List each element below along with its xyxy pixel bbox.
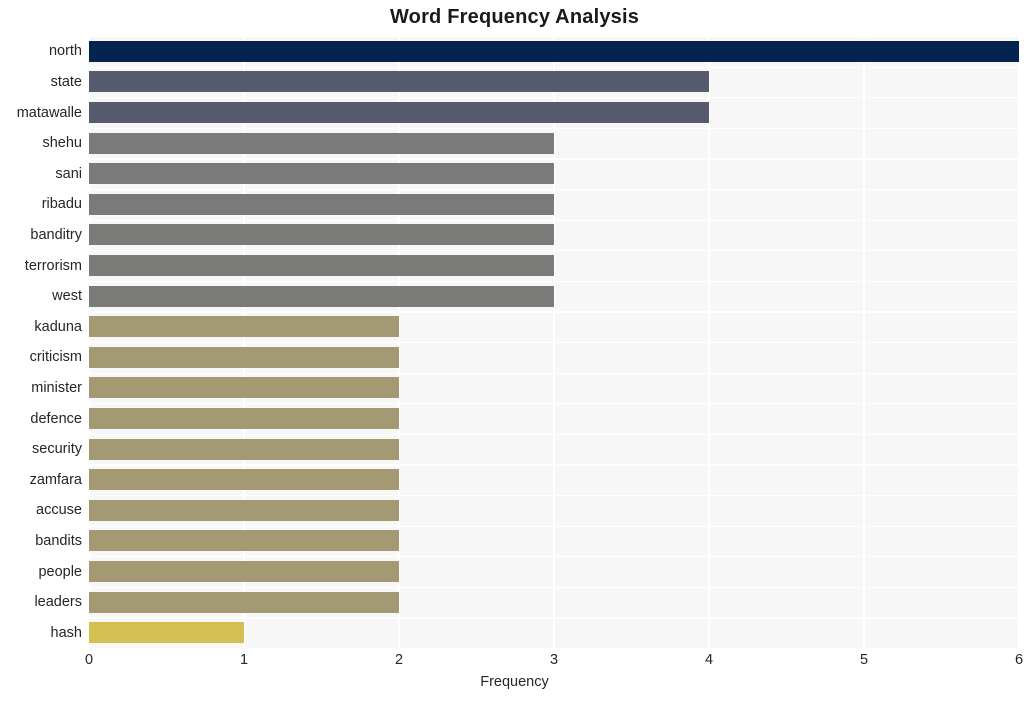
bar-leaders <box>89 591 399 613</box>
bar-banditry <box>89 224 554 246</box>
y-tick-label-terrorism: terrorism <box>24 257 82 274</box>
row-separator <box>89 586 1019 588</box>
y-tick-label-state: state <box>50 73 82 90</box>
bar-kaduna <box>89 316 399 338</box>
bar-matawalle <box>89 102 709 123</box>
chart-title: Word Frequency Analysis <box>389 6 640 28</box>
bar-zamfara <box>89 469 399 491</box>
x-tick-label-3: 3 <box>549 652 559 668</box>
row-separator <box>89 219 1019 221</box>
x-tick-label-6: 6 <box>1014 652 1024 668</box>
row-separator <box>89 127 1019 129</box>
bar-state <box>89 71 709 93</box>
row-separator <box>89 342 1019 344</box>
row-separator <box>89 189 1019 191</box>
row-separator <box>89 66 1019 68</box>
x-tick-label-5: 5 <box>859 652 869 668</box>
y-tick-label-defence: defence <box>30 410 82 427</box>
row-separator <box>89 97 1019 99</box>
bar-accuse <box>89 499 399 521</box>
y-tick-label-west: west <box>52 288 82 305</box>
row-separator <box>89 280 1019 282</box>
bar-security <box>89 438 399 460</box>
y-tick-label-accuse: accuse <box>36 502 82 519</box>
bar-shehu <box>89 132 554 154</box>
row-separator <box>89 464 1019 466</box>
bar-defence <box>89 408 399 429</box>
x-tick-label-4: 4 <box>704 652 714 668</box>
plot-area <box>88 36 1020 650</box>
y-tick-label-security: security <box>32 441 82 458</box>
y-tick-label-matawalle: matawalle <box>16 104 82 121</box>
y-tick-label-people: people <box>38 563 82 580</box>
row-separator <box>89 525 1019 527</box>
y-tick-label-leaders: leaders <box>34 594 82 611</box>
y-tick-label-shehu: shehu <box>42 135 82 152</box>
row-separator <box>89 158 1019 160</box>
bar-criticism <box>89 346 399 368</box>
bar-people <box>89 561 399 582</box>
y-axis: north state matawalle shehu sani ribadu bandit… <box>0 36 82 648</box>
bar-minister <box>89 377 399 399</box>
bar-terrorism <box>89 255 554 276</box>
y-tick-label-sani: sani <box>55 165 82 182</box>
y-tick-label-minister: minister <box>31 379 82 396</box>
row-separator <box>89 372 1019 374</box>
row-separator <box>89 36 1019 38</box>
row-separator <box>89 403 1019 405</box>
row-separator <box>89 311 1019 313</box>
word-frequency-bar-chart: Word Frequency Analysis north state matawa… <box>0 0 1029 701</box>
y-tick-label-north: north <box>48 43 82 60</box>
bar-north <box>89 40 1019 62</box>
bar-sani <box>89 163 554 185</box>
row-separator <box>89 433 1019 435</box>
row-separator <box>89 495 1019 497</box>
row-separator <box>89 617 1019 619</box>
y-tick-label-kaduna: kaduna <box>34 318 82 335</box>
x-tick-label-0: 0 <box>84 652 94 668</box>
row-separator <box>89 556 1019 558</box>
y-tick-label-criticism: criticism <box>29 349 82 366</box>
y-tick-label-bandits: bandits <box>35 532 82 549</box>
bar-bandits <box>89 530 399 552</box>
x-tick-label-2: 2 <box>394 652 404 668</box>
x-tick-label-1: 1 <box>239 652 249 668</box>
x-axis-title: Frequency <box>480 674 549 690</box>
bar-west <box>89 285 554 307</box>
y-tick-label-hash: hash <box>50 624 82 641</box>
y-tick-label-zamfara: zamfara <box>29 471 82 488</box>
y-tick-label-ribadu: ribadu <box>41 196 82 213</box>
row-separator <box>89 250 1019 252</box>
bar-ribadu <box>89 193 554 215</box>
y-tick-label-banditry: banditry <box>30 226 82 243</box>
bar-hash <box>89 622 244 644</box>
